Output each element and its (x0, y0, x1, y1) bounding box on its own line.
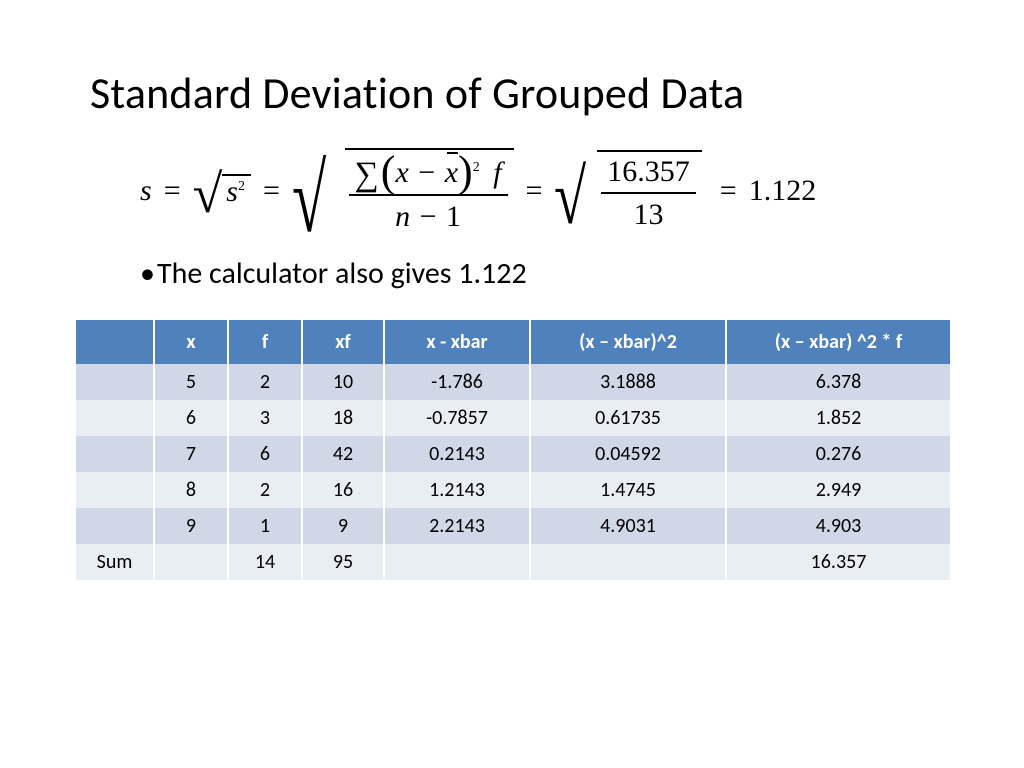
th-x: x (154, 320, 228, 364)
sigma-icon: ∑ (355, 156, 379, 193)
sqrt-main: √ ∑(x − x)2 f n − 1 (292, 148, 514, 233)
equals-2: = (261, 176, 282, 206)
bullet-icon: • (140, 255, 155, 292)
th-f: f (228, 320, 302, 364)
numeric-fraction: 16.357 13 (601, 155, 696, 231)
table-row: 6 3 18 -0.7857 0.61735 1.852 (76, 400, 950, 436)
sqrt-s-squared: √ s2 (193, 174, 251, 207)
th-sqf: (x – xbar) ^2 * f (726, 320, 950, 364)
th-xf: xf (302, 320, 384, 364)
th-blank (76, 320, 154, 364)
table-row-sum: Sum 14 95 16.357 (76, 544, 950, 580)
equals-4: = (718, 176, 739, 206)
table-row: 8 2 16 1.2143 1.4745 2.949 (76, 472, 950, 508)
radical-3-icon: √ (554, 177, 586, 216)
table-row: 7 6 42 0.2143 0.04592 0.276 (76, 436, 950, 472)
table-header-row: x f xf x - xbar (x – xbar)^2 (x – xbar) … (76, 320, 950, 364)
radical-2-icon: √ (292, 175, 326, 223)
table-row: 5 2 10 -1.786 3.1888 6.378 (76, 364, 950, 400)
equals-1: = (162, 176, 183, 206)
slide-title: Standard Deviation of Grouped Data (90, 66, 954, 120)
radical-1-icon: √ (193, 178, 223, 210)
bullet-text: The calculator also gives 1.122 (157, 255, 527, 292)
th-xmxbar: x - xbar (384, 320, 530, 364)
equals-3: = (524, 176, 545, 206)
th-sq: (x – xbar)^2 (530, 320, 726, 364)
table-row: 9 1 9 2.2143 4.9031 4.903 (76, 508, 950, 544)
formula-result: 1.122 (749, 176, 817, 206)
data-table: x f xf x - xbar (x – xbar)^2 (x – xbar) … (76, 320, 950, 580)
x-bar: x (445, 156, 458, 189)
sqrt-numeric: √ 16.357 13 (554, 150, 701, 231)
main-fraction: ∑(x − x)2 f n − 1 (349, 153, 508, 233)
slide: { "title": "Standard Deviation of Groupe… (0, 0, 1024, 768)
formula-s: s (140, 176, 152, 206)
formula: s = √ s2 = √ ∑(x − x)2 f n (140, 148, 954, 233)
bullet-line: •The calculator also gives 1.122 (140, 255, 954, 292)
